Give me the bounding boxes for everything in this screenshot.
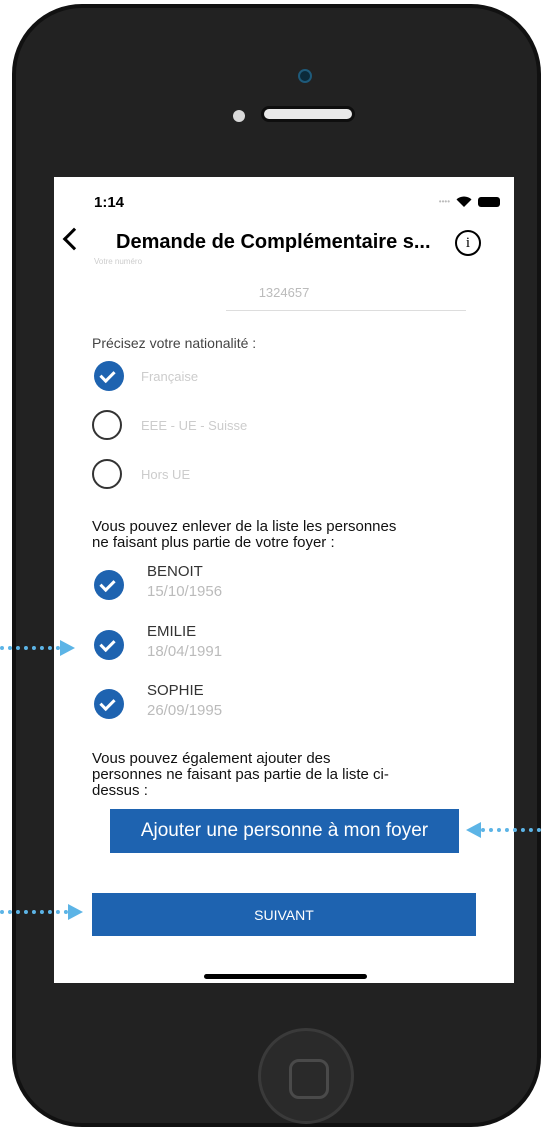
wifi-icon	[456, 196, 472, 207]
add-person-button[interactable]: Ajouter une personne à mon foyer	[110, 809, 459, 853]
person-date-emilie: 18/04/1991	[147, 643, 223, 660]
annotation-arrow-line	[0, 910, 68, 914]
annotation-arrow-head	[466, 822, 481, 838]
number-field-underline	[226, 310, 466, 311]
number-field-label: Votre numéro	[94, 257, 143, 266]
sensor-icon	[233, 110, 245, 122]
nationality-label: Précisez votre nationalité :	[92, 335, 257, 351]
nationality-option-hors-ue: Hors UE	[141, 467, 191, 482]
home-button[interactable]	[258, 1028, 354, 1124]
info-icon[interactable]: i	[455, 230, 481, 256]
remove-persons-label-line1: Vous pouvez enlever de la liste les pers…	[92, 518, 397, 535]
status-time: 1:14	[94, 194, 125, 211]
annotation-arrow-head	[68, 904, 83, 920]
nationality-checkbox-francaise[interactable]	[94, 361, 124, 391]
nationality-radio-hors-ue[interactable]	[92, 459, 122, 489]
home-square-icon	[289, 1059, 329, 1099]
person-name-sophie: SOPHIE	[147, 682, 204, 699]
home-indicator	[204, 974, 367, 979]
page-title: Demande de Complémentaire s...	[116, 231, 431, 253]
nationality-radio-eee[interactable]	[92, 410, 122, 440]
person-name-emilie: EMILIE	[147, 623, 197, 640]
add-persons-label-line3: dessus :	[92, 782, 148, 799]
person-name-benoit: BENOIT	[147, 563, 203, 580]
nationality-option-eee: EEE - UE - Suisse	[141, 418, 248, 433]
person-date-benoit: 15/10/1956	[147, 583, 223, 600]
status-icons: ••••	[439, 195, 500, 208]
battery-icon	[478, 196, 500, 207]
number-field-value: 1324657	[258, 285, 310, 300]
add-persons-label-line1: Vous pouvez également ajouter des	[92, 750, 331, 767]
person-checkbox-benoit[interactable]	[94, 570, 124, 600]
annotation-arrow-line	[0, 646, 60, 650]
person-date-sophie: 26/09/1995	[147, 702, 223, 719]
nationality-option-francaise: Française	[141, 369, 199, 384]
remove-persons-label-line2: ne faisant plus partie de votre foyer :	[92, 534, 335, 551]
next-button[interactable]: SUIVANT	[92, 893, 476, 936]
speaker-grille	[261, 106, 355, 122]
add-persons-label-line2: personnes ne faisant pas partie de la li…	[92, 766, 389, 783]
camera-icon	[298, 69, 312, 83]
app-screen: 1:14 •••• Demande de Complémentaire s...…	[54, 177, 514, 983]
annotation-arrow-line	[481, 828, 541, 832]
annotation-arrow-head	[60, 640, 75, 656]
person-checkbox-emilie[interactable]	[94, 630, 124, 660]
signal-icon: ••••	[438, 197, 450, 206]
back-chevron-icon[interactable]	[62, 227, 86, 251]
person-checkbox-sophie[interactable]	[94, 689, 124, 719]
